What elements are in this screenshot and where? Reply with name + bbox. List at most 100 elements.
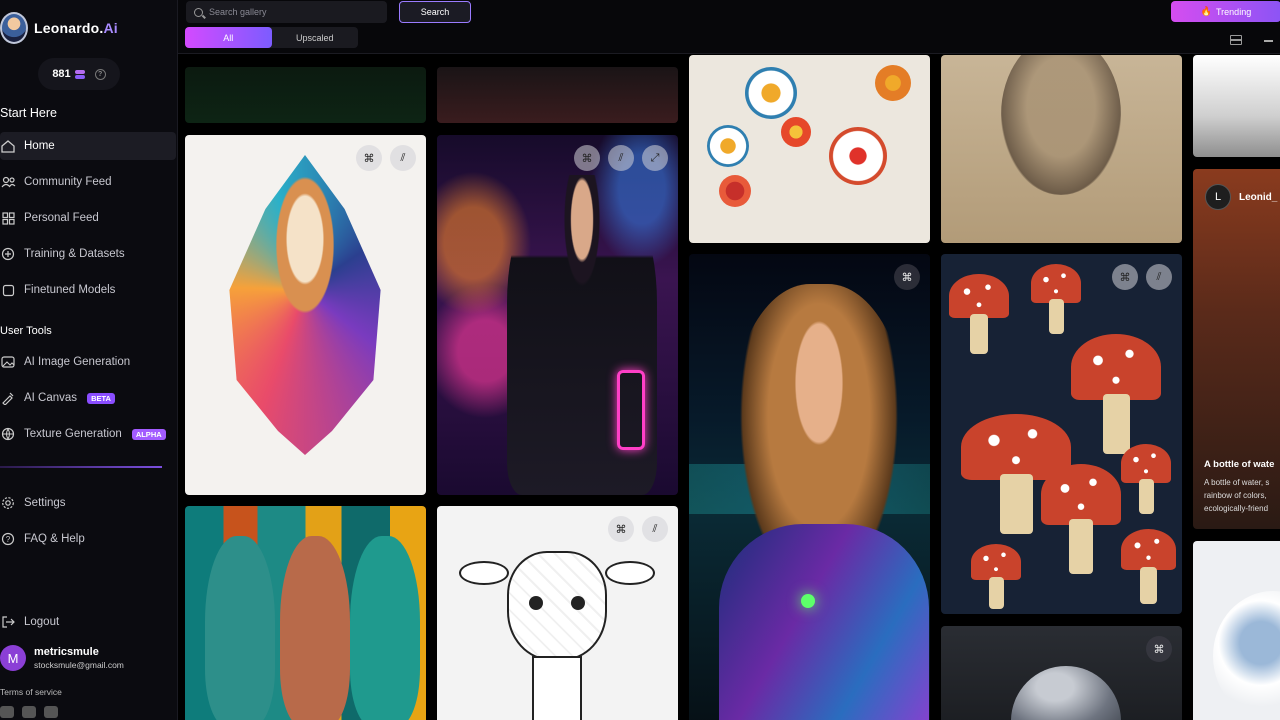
gallery-card[interactable]: ⌘ [941, 626, 1182, 720]
remix-icon[interactable]: ⌘ [894, 264, 920, 290]
featured-card[interactable]: L Leonid_ A bottle of wate A bottle of w… [1193, 169, 1280, 529]
sidebar-item-label: AI Image Generation [24, 356, 131, 368]
reddit-icon[interactable] [22, 706, 36, 718]
sidebar-item-faq-help[interactable]: ? FAQ & Help [0, 525, 176, 553]
sidebar-item-finetuned-models[interactable]: Finetuned Models [0, 276, 176, 304]
author-avatar: L [1205, 184, 1231, 210]
logout-icon [0, 614, 16, 630]
tab-upscaled[interactable]: Upscaled [272, 27, 359, 48]
artwork-image [745, 67, 797, 119]
tab-all[interactable]: All [185, 27, 272, 48]
expand-icon[interactable]: ⤢ [642, 145, 668, 171]
author-name: Leonid_ [1239, 191, 1278, 203]
artwork-image [1011, 666, 1121, 720]
card-title: A bottle of wate [1204, 459, 1275, 470]
gallery-card[interactable] [437, 67, 678, 123]
remix-icon[interactable]: ⌘ [1112, 264, 1138, 290]
sidebar-item-label: Training & Datasets [24, 248, 125, 260]
fire-icon: 🔥 [1200, 6, 1213, 16]
gallery-card[interactable]: ⌘ ⫽ ⤢ [437, 135, 678, 495]
gallery-card[interactable] [1193, 541, 1280, 720]
logout-button[interactable]: Logout [0, 608, 176, 636]
sidebar-item-ai-image-generation[interactable]: AI Image Generation [0, 348, 176, 376]
artwork-image [1041, 464, 1121, 574]
sidebar-item-ai-canvas[interactable]: AI Canvas BETA [0, 384, 176, 412]
gear-icon [0, 495, 16, 511]
avatar: M [0, 645, 26, 671]
beta-badge: BETA [87, 392, 115, 404]
sidebar-item-texture-generation[interactable]: Texture Generation ALPHA [0, 420, 176, 448]
gallery-card[interactable]: ⌘ ⫽ [941, 254, 1182, 614]
card-caption: A bottle of wate A bottle of water, s ra… [1204, 459, 1280, 515]
canvas-icon [0, 390, 16, 406]
layout-toggle-icon[interactable] [1230, 35, 1242, 45]
artwork-image [1001, 55, 1121, 195]
leonardo-logo-icon [0, 12, 28, 44]
discord-icon[interactable] [0, 706, 14, 718]
sidebar-item-community-feed[interactable]: Community Feed [0, 168, 176, 196]
sidebar-item-label: Personal Feed [24, 212, 99, 224]
credits-pill[interactable]: 881 ? [38, 58, 120, 90]
author-info[interactable]: L Leonid_ [1205, 184, 1277, 210]
artwork-image [1121, 529, 1176, 604]
user-profile[interactable]: M metricsmule stocksmule@gmail.com [0, 645, 124, 671]
cube-icon [0, 282, 16, 298]
gallery-card[interactable] [1193, 55, 1280, 157]
gallery-card[interactable] [941, 55, 1182, 243]
upscale-icon[interactable]: ⫽ [608, 145, 634, 171]
sidebar-item-label: Texture Generation [24, 428, 122, 440]
card-description: A bottle of water, s rainbow of colors, … [1204, 476, 1280, 515]
sidebar-divider [0, 466, 162, 468]
artwork-image [949, 274, 1009, 354]
gallery-card[interactable]: ⌘ [689, 254, 930, 720]
help-icon: ? [0, 531, 16, 547]
upscale-icon[interactable]: ⫽ [390, 145, 416, 171]
credits-amount: 881 [52, 68, 71, 80]
sidebar-item-label: Settings [24, 497, 66, 509]
remix-icon[interactable]: ⌘ [356, 145, 382, 171]
filter-tabs: All Upscaled [185, 27, 358, 48]
gallery-card[interactable] [185, 506, 426, 720]
search-button[interactable]: Search [399, 1, 471, 23]
terms-of-service-link[interactable]: Terms of service [0, 687, 62, 697]
top-bar: Search All Upscaled 🔥 Trending [178, 0, 1280, 54]
upscale-icon[interactable]: ⫽ [642, 516, 668, 542]
sidebar-item-training-datasets[interactable]: Training & Datasets [0, 240, 176, 268]
user-name: metricsmule [34, 646, 99, 658]
sidebar: Leonardo.Ai 881 ? Start Here Home Commun… [0, 0, 178, 720]
gallery-card[interactable]: ⌘ ⫽ [437, 506, 678, 720]
sidebar-item-label: Finetuned Models [24, 284, 116, 296]
search-icon [194, 7, 203, 17]
artwork-image [205, 536, 275, 720]
minus-icon[interactable] [1264, 40, 1273, 42]
user-email: stocksmule@gmail.com [34, 660, 124, 670]
gallery-card[interactable]: ⌘ ⫽ [185, 135, 426, 495]
sidebar-item-home[interactable]: Home [0, 132, 176, 160]
remix-icon[interactable]: ⌘ [608, 516, 634, 542]
search-input[interactable] [209, 7, 379, 17]
help-circle-icon[interactable]: ? [94, 68, 106, 80]
trending-button[interactable]: 🔥 Trending [1171, 1, 1280, 22]
artwork-image [280, 536, 350, 720]
gallery-card[interactable] [689, 55, 930, 243]
gallery-grid: ⌘ ⫽ ⌘ ⫽ ⤢ ⌘ ⫽ ⌘ ⌘ ⫽ ⌘ L Leonid_ A bottle… [178, 55, 1280, 720]
twitter-icon[interactable] [44, 706, 58, 718]
start-here-title: Start Here [0, 106, 57, 120]
artwork-image [529, 596, 543, 610]
artwork-image [719, 524, 929, 720]
sidebar-item-personal-feed[interactable]: Personal Feed [0, 204, 176, 232]
brand-logo[interactable]: Leonardo.Ai [0, 12, 118, 44]
card-description-line: A bottle of water, s [1204, 478, 1270, 487]
artwork-image [459, 561, 509, 585]
gallery-card[interactable] [185, 67, 426, 123]
remix-icon[interactable]: ⌘ [574, 145, 600, 171]
sidebar-item-label: AI Canvas [24, 392, 78, 404]
sidebar-item-settings[interactable]: Settings [0, 489, 176, 517]
search-box[interactable] [186, 1, 387, 23]
upscale-icon[interactable]: ⫽ [1146, 264, 1172, 290]
image-gen-icon [0, 354, 16, 370]
home-icon [0, 138, 16, 154]
artwork-image [971, 544, 1021, 609]
remix-icon[interactable]: ⌘ [1146, 636, 1172, 662]
artwork-image [617, 370, 645, 450]
